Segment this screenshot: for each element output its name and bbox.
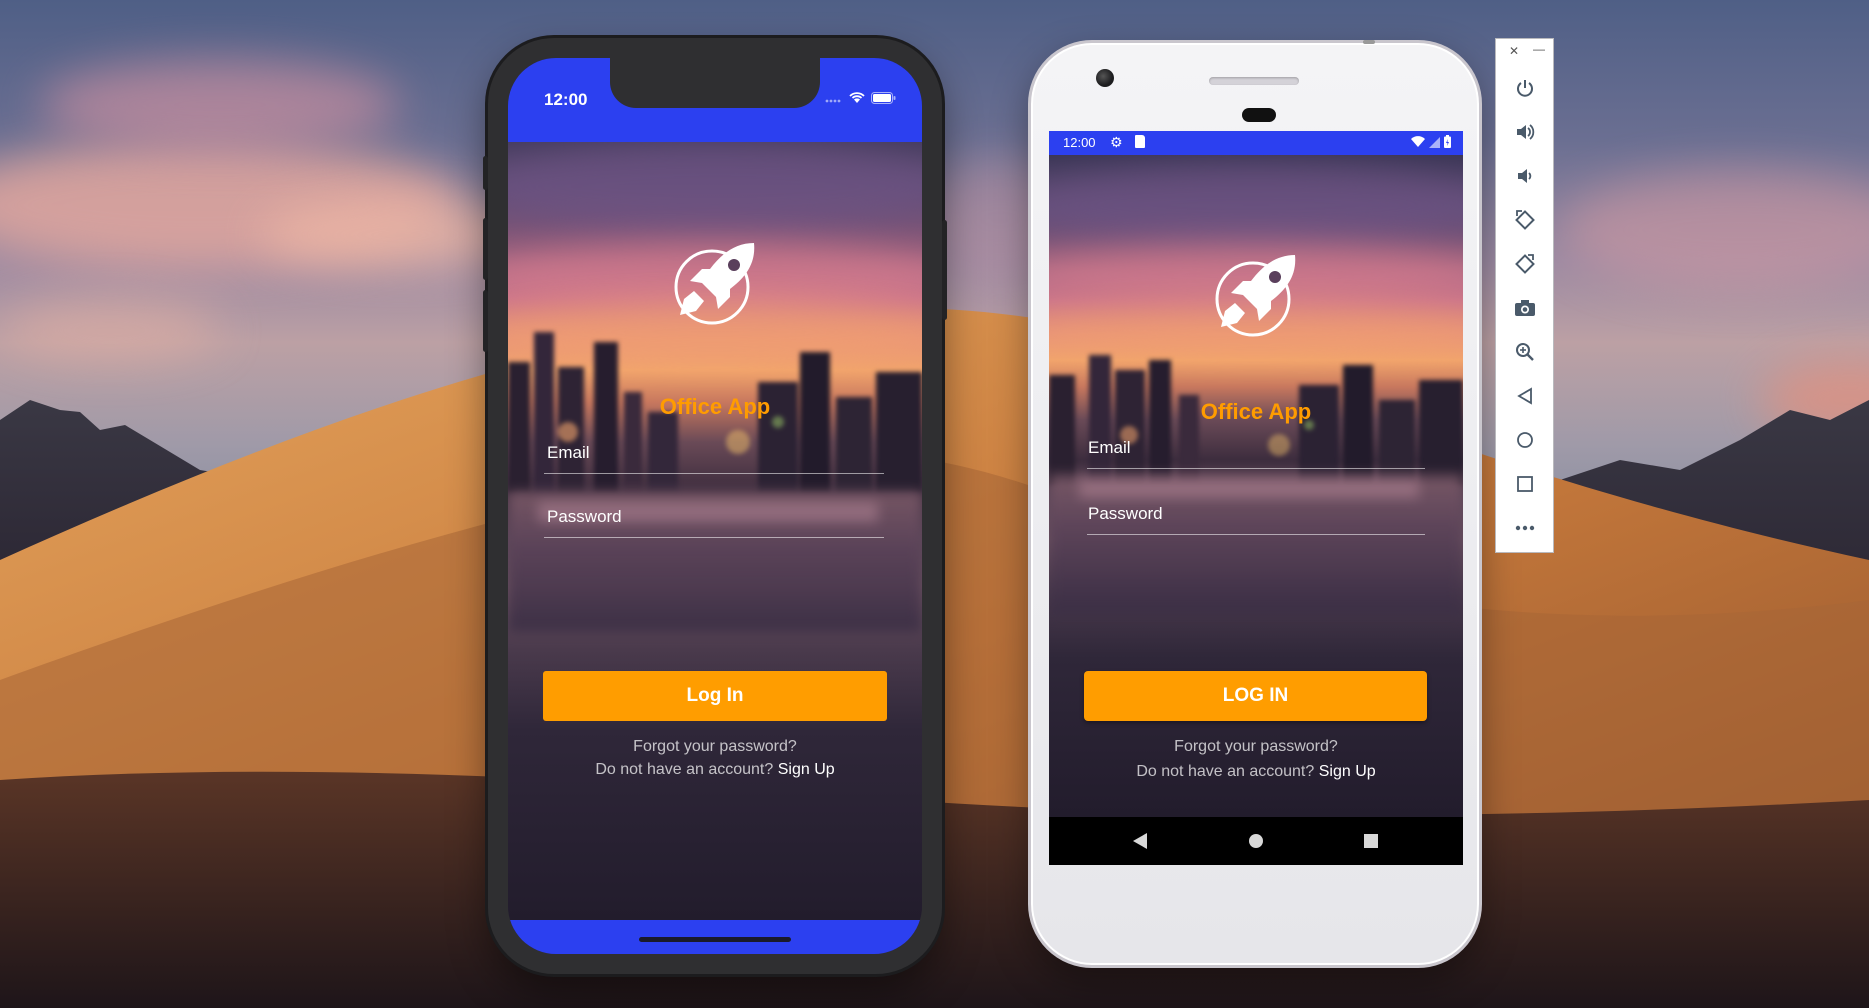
signup-link[interactable]: Sign Up <box>778 761 835 778</box>
app-title: Office App <box>659 394 771 419</box>
email-label: Email <box>547 443 590 462</box>
back-icon[interactable] <box>1496 378 1553 414</box>
overview-icon[interactable] <box>1496 466 1553 502</box>
wifi-icon <box>1411 135 1425 151</box>
close-icon[interactable]: ✕ <box>1509 44 1519 58</box>
wifi-icon <box>849 91 865 109</box>
front-camera-icon <box>1096 69 1114 87</box>
rotate-right-icon[interactable] <box>1496 246 1553 282</box>
home-indicator-bar <box>508 920 922 954</box>
home-icon[interactable] <box>1226 817 1286 865</box>
zoom-icon[interactable] <box>1496 334 1553 370</box>
minimize-icon[interactable]: — <box>1533 42 1545 56</box>
volume-down-icon[interactable] <box>1496 158 1553 194</box>
home-icon[interactable] <box>1496 422 1553 458</box>
app-title: Office App <box>1200 399 1312 424</box>
password-label: Password <box>547 507 622 526</box>
volume-down-button[interactable] <box>483 290 488 352</box>
password-field[interactable]: Password <box>544 494 884 538</box>
signup-link[interactable]: Sign Up <box>1319 763 1376 780</box>
camera-icon[interactable] <box>1496 290 1553 326</box>
notch <box>610 58 820 108</box>
email-label: Email <box>1088 438 1131 457</box>
status-time: 12:00 <box>1063 135 1096 150</box>
login-button-label: LOG IN <box>1222 685 1289 706</box>
power-button[interactable] <box>942 220 947 320</box>
mute-switch[interactable] <box>483 156 488 190</box>
forgot-password-link[interactable]: Forgot your password? <box>508 738 922 756</box>
signup-prompt: Do not have an account? Sign Up <box>1049 763 1463 781</box>
login-button[interactable]: Log In <box>543 671 887 721</box>
iphone-simulator: 12:00 Office App Email Password Log In F… <box>483 38 947 974</box>
settings-icon: ⚙ <box>1110 134 1123 150</box>
sd-card-icon <box>1135 135 1145 148</box>
login-button-label: Log In <box>686 685 744 706</box>
signup-prompt: Do not have an account? Sign Up <box>508 761 922 779</box>
android-screen: 12:00 ⚙ Office App Email Password LOG IN… <box>1049 131 1463 865</box>
volume-up-icon[interactable] <box>1496 114 1553 150</box>
battery-icon <box>871 91 896 109</box>
email-field[interactable]: Email <box>544 430 884 474</box>
earpiece <box>1242 108 1276 122</box>
power-icon[interactable] <box>1496 70 1553 106</box>
password-field[interactable]: Password <box>1087 497 1425 535</box>
email-field[interactable]: Email <box>1087 431 1425 469</box>
status-bar: 12:00 <box>508 58 922 142</box>
iphone-screen: 12:00 Office App Email Password Log In F… <box>508 58 922 954</box>
battery-icon <box>1444 135 1451 151</box>
password-label: Password <box>1088 504 1163 523</box>
android-emulator: 12:00 ⚙ Office App Email Password LOG IN… <box>1028 40 1482 968</box>
navigation-bar <box>1049 817 1463 865</box>
login-button[interactable]: LOG IN <box>1084 671 1427 721</box>
rocket-logo-icon <box>1211 251 1301 346</box>
back-icon[interactable] <box>1110 817 1170 865</box>
status-bar: 12:00 ⚙ <box>1049 131 1463 155</box>
more-icon[interactable] <box>1496 510 1553 546</box>
signal-icon <box>1429 136 1440 151</box>
recents-icon[interactable] <box>1341 817 1401 865</box>
volume-up-button[interactable] <box>483 218 488 280</box>
rotate-left-icon[interactable] <box>1496 202 1553 238</box>
home-indicator[interactable] <box>639 937 791 942</box>
rocket-logo-icon <box>670 239 760 334</box>
signup-prefix: Do not have an account? <box>595 761 774 778</box>
forgot-password-link[interactable]: Forgot your password? <box>1049 738 1463 756</box>
signup-prefix: Do not have an account? <box>1136 763 1315 780</box>
status-time: 12:00 <box>544 90 588 109</box>
speaker-grille <box>1209 77 1299 85</box>
emulator-toolbar: ✕ — <box>1495 38 1554 553</box>
signal-icon <box>825 91 843 109</box>
